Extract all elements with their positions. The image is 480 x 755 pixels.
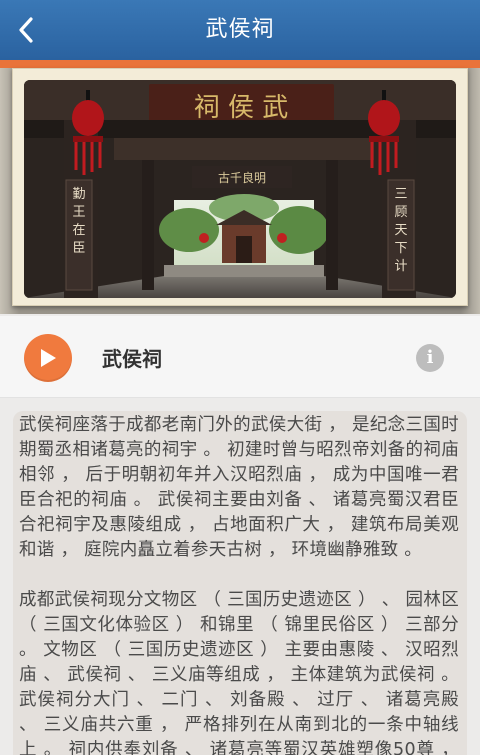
audio-bar: 武侯祠 i: [0, 316, 480, 398]
page-title: 武侯祠: [205, 17, 275, 42]
svg-text:三顾天下计: 三顾天下计: [394, 187, 407, 274]
description-paragraph-2: 成都武侯祠现分文物区 （ 三国历史遗迹区 ） 、 园林区 （ 三国文化体验区 ）…: [19, 590, 459, 755]
app-header: 武侯祠: [0, 0, 480, 60]
hero-photo[interactable]: 祠 侯 武 古千良明 勤王在臣 三顾天下计: [24, 80, 456, 298]
description-paragraph-1: 武侯祠座落于成都老南门外的武侯大街 ， 是纪念三国时期蜀丞相诸葛亮的祠宇 。 初…: [19, 415, 459, 560]
play-button[interactable]: [24, 334, 72, 382]
svg-text:古千良明: 古千良明: [218, 170, 266, 185]
accent-divider: [0, 60, 480, 68]
plaque-text: 祠 侯 武: [194, 93, 289, 123]
audio-title: 武侯祠: [102, 347, 162, 371]
temple-gate-image: 祠 侯 武 古千良明 勤王在臣 三顾天下计: [24, 80, 456, 298]
hero-section: 祠 侯 武 古千良明 勤王在臣 三顾天下计: [0, 68, 480, 314]
play-icon: [41, 349, 56, 367]
description-card: 武侯祠座落于成都老南门外的武侯大街 ， 是纪念三国时期蜀丞相诸葛亮的祠宇 。 初…: [13, 411, 467, 755]
photo-frame: 祠 侯 武 古千良明 勤王在臣 三顾天下计: [12, 68, 468, 306]
info-icon[interactable]: i: [416, 344, 444, 372]
